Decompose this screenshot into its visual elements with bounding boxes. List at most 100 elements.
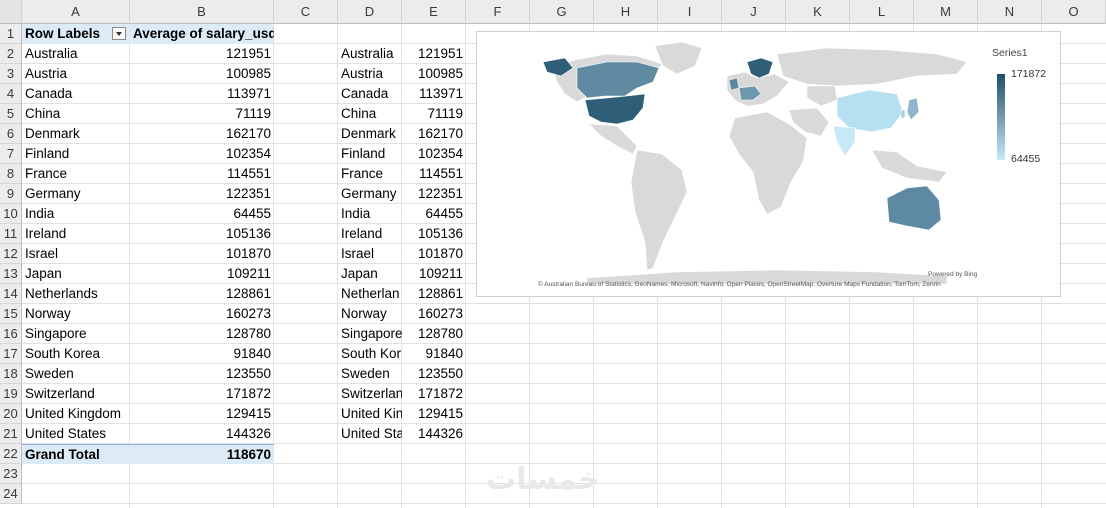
data-country-cell[interactable]: Canada [338,84,402,104]
data-salary-cell[interactable]: 122351 [402,184,466,204]
data-country-cell[interactable]: Ireland [338,224,402,244]
column-header-a[interactable]: A [22,0,130,24]
data-country-cell[interactable]: Sweden [338,364,402,384]
data-salary-cell[interactable]: 102354 [402,144,466,164]
data-country-cell[interactable]: Netherlan [338,284,402,304]
row-labels-filter-dropdown-icon[interactable] [112,27,126,40]
data-salary-cell[interactable]: 64455 [402,204,466,224]
pivot-row-label[interactable]: Singapore [22,324,130,344]
column-header-b[interactable]: B [130,0,274,24]
row-header-6[interactable]: 6 [0,124,22,144]
row-header-8[interactable]: 8 [0,164,22,184]
data-salary-cell[interactable]: 101870 [402,244,466,264]
pivot-row-label[interactable]: Germany [22,184,130,204]
data-country-cell[interactable]: Switzerlan [338,384,402,404]
data-salary-cell[interactable]: 109211 [402,264,466,284]
row-header-24[interactable]: 24 [0,484,22,504]
pivot-row-value[interactable]: 122351 [130,184,274,204]
data-country-cell[interactable]: United Sta [338,424,402,444]
pivot-row-label[interactable]: Australia [22,44,130,64]
column-header-k[interactable]: K [786,0,850,24]
data-salary-cell[interactable]: 114551 [402,164,466,184]
data-country-cell[interactable]: South Kor [338,344,402,364]
column-header-h[interactable]: H [594,0,658,24]
row-header-21[interactable]: 21 [0,424,22,444]
row-header-9[interactable]: 9 [0,184,22,204]
row-header-3[interactable]: 3 [0,64,22,84]
pivot-row-value[interactable]: 101870 [130,244,274,264]
pivot-grand-total-label[interactable]: Grand Total [22,444,130,464]
data-salary-cell[interactable]: 71119 [402,104,466,124]
data-salary-cell[interactable]: 105136 [402,224,466,244]
pivot-row-value[interactable]: 128861 [130,284,274,304]
column-header-c[interactable]: C [274,0,338,24]
data-salary-cell[interactable]: 123550 [402,364,466,384]
data-salary-cell[interactable]: 100985 [402,64,466,84]
row-header-19[interactable]: 19 [0,384,22,404]
row-header-16[interactable]: 16 [0,324,22,344]
row-header-7[interactable]: 7 [0,144,22,164]
pivot-row-value[interactable]: 162170 [130,124,274,144]
pivot-row-value[interactable]: 105136 [130,224,274,244]
pivot-row-value[interactable]: 113971 [130,84,274,104]
row-header-14[interactable]: 14 [0,284,22,304]
column-header-d[interactable]: D [338,0,402,24]
column-header-m[interactable]: M [914,0,978,24]
data-country-cell[interactable]: Australia [338,44,402,64]
column-header-e[interactable]: E [402,0,466,24]
pivot-row-value[interactable]: 171872 [130,384,274,404]
pivot-row-label[interactable]: Norway [22,304,130,324]
pivot-row-value[interactable]: 128780 [130,324,274,344]
data-country-cell[interactable]: China [338,104,402,124]
data-country-cell[interactable]: Denmark [338,124,402,144]
data-salary-cell[interactable]: 162170 [402,124,466,144]
pivot-row-value[interactable]: 109211 [130,264,274,284]
pivot-row-label[interactable]: France [22,164,130,184]
row-header-22[interactable]: 22 [0,444,22,464]
pivot-row-label[interactable]: Netherlands [22,284,130,304]
data-country-cell[interactable]: Singapore [338,324,402,344]
pivot-row-label[interactable]: India [22,204,130,224]
row-header-5[interactable]: 5 [0,104,22,124]
pivot-row-label[interactable]: Switzerland [22,384,130,404]
pivot-row-value[interactable]: 114551 [130,164,274,184]
pivot-row-label[interactable]: Japan [22,264,130,284]
pivot-row-label[interactable]: United Kingdom [22,404,130,424]
pivot-row-value[interactable]: 129415 [130,404,274,424]
row-header-13[interactable]: 13 [0,264,22,284]
row-header-4[interactable]: 4 [0,84,22,104]
row-header-15[interactable]: 15 [0,304,22,324]
data-country-cell[interactable]: India [338,204,402,224]
pivot-row-label[interactable]: Denmark [22,124,130,144]
data-country-cell[interactable]: Israel [338,244,402,264]
pivot-row-value[interactable]: 123550 [130,364,274,384]
pivot-row-value[interactable]: 91840 [130,344,274,364]
row-header-12[interactable]: 12 [0,244,22,264]
data-country-cell[interactable]: Norway [338,304,402,324]
row-header-10[interactable]: 10 [0,204,22,224]
pivot-row-label[interactable]: Finland [22,144,130,164]
data-salary-cell[interactable]: 128861 [402,284,466,304]
column-header-l[interactable]: L [850,0,914,24]
data-country-cell[interactable]: Finland [338,144,402,164]
pivot-row-label[interactable]: Sweden [22,364,130,384]
pivot-row-label[interactable]: Ireland [22,224,130,244]
data-salary-cell[interactable]: 128780 [402,324,466,344]
pivot-row-value[interactable]: 121951 [130,44,274,64]
pivot-row-value[interactable]: 160273 [130,304,274,324]
row-header-2[interactable]: 2 [0,44,22,64]
data-country-cell[interactable]: Germany [338,184,402,204]
column-header-j[interactable]: J [722,0,786,24]
data-country-cell[interactable]: France [338,164,402,184]
column-header-i[interactable]: I [658,0,722,24]
row-header-23[interactable]: 23 [0,464,22,484]
data-salary-cell[interactable]: 129415 [402,404,466,424]
pivot-grand-total-value[interactable]: 118670 [130,444,274,464]
data-country-cell[interactable]: Japan [338,264,402,284]
row-header-17[interactable]: 17 [0,344,22,364]
select-all-corner[interactable] [0,0,22,24]
pivot-row-label[interactable]: Austria [22,64,130,84]
row-header-1[interactable]: 1 [0,24,22,44]
pivot-row-label[interactable]: Israel [22,244,130,264]
pivot-row-value[interactable]: 102354 [130,144,274,164]
